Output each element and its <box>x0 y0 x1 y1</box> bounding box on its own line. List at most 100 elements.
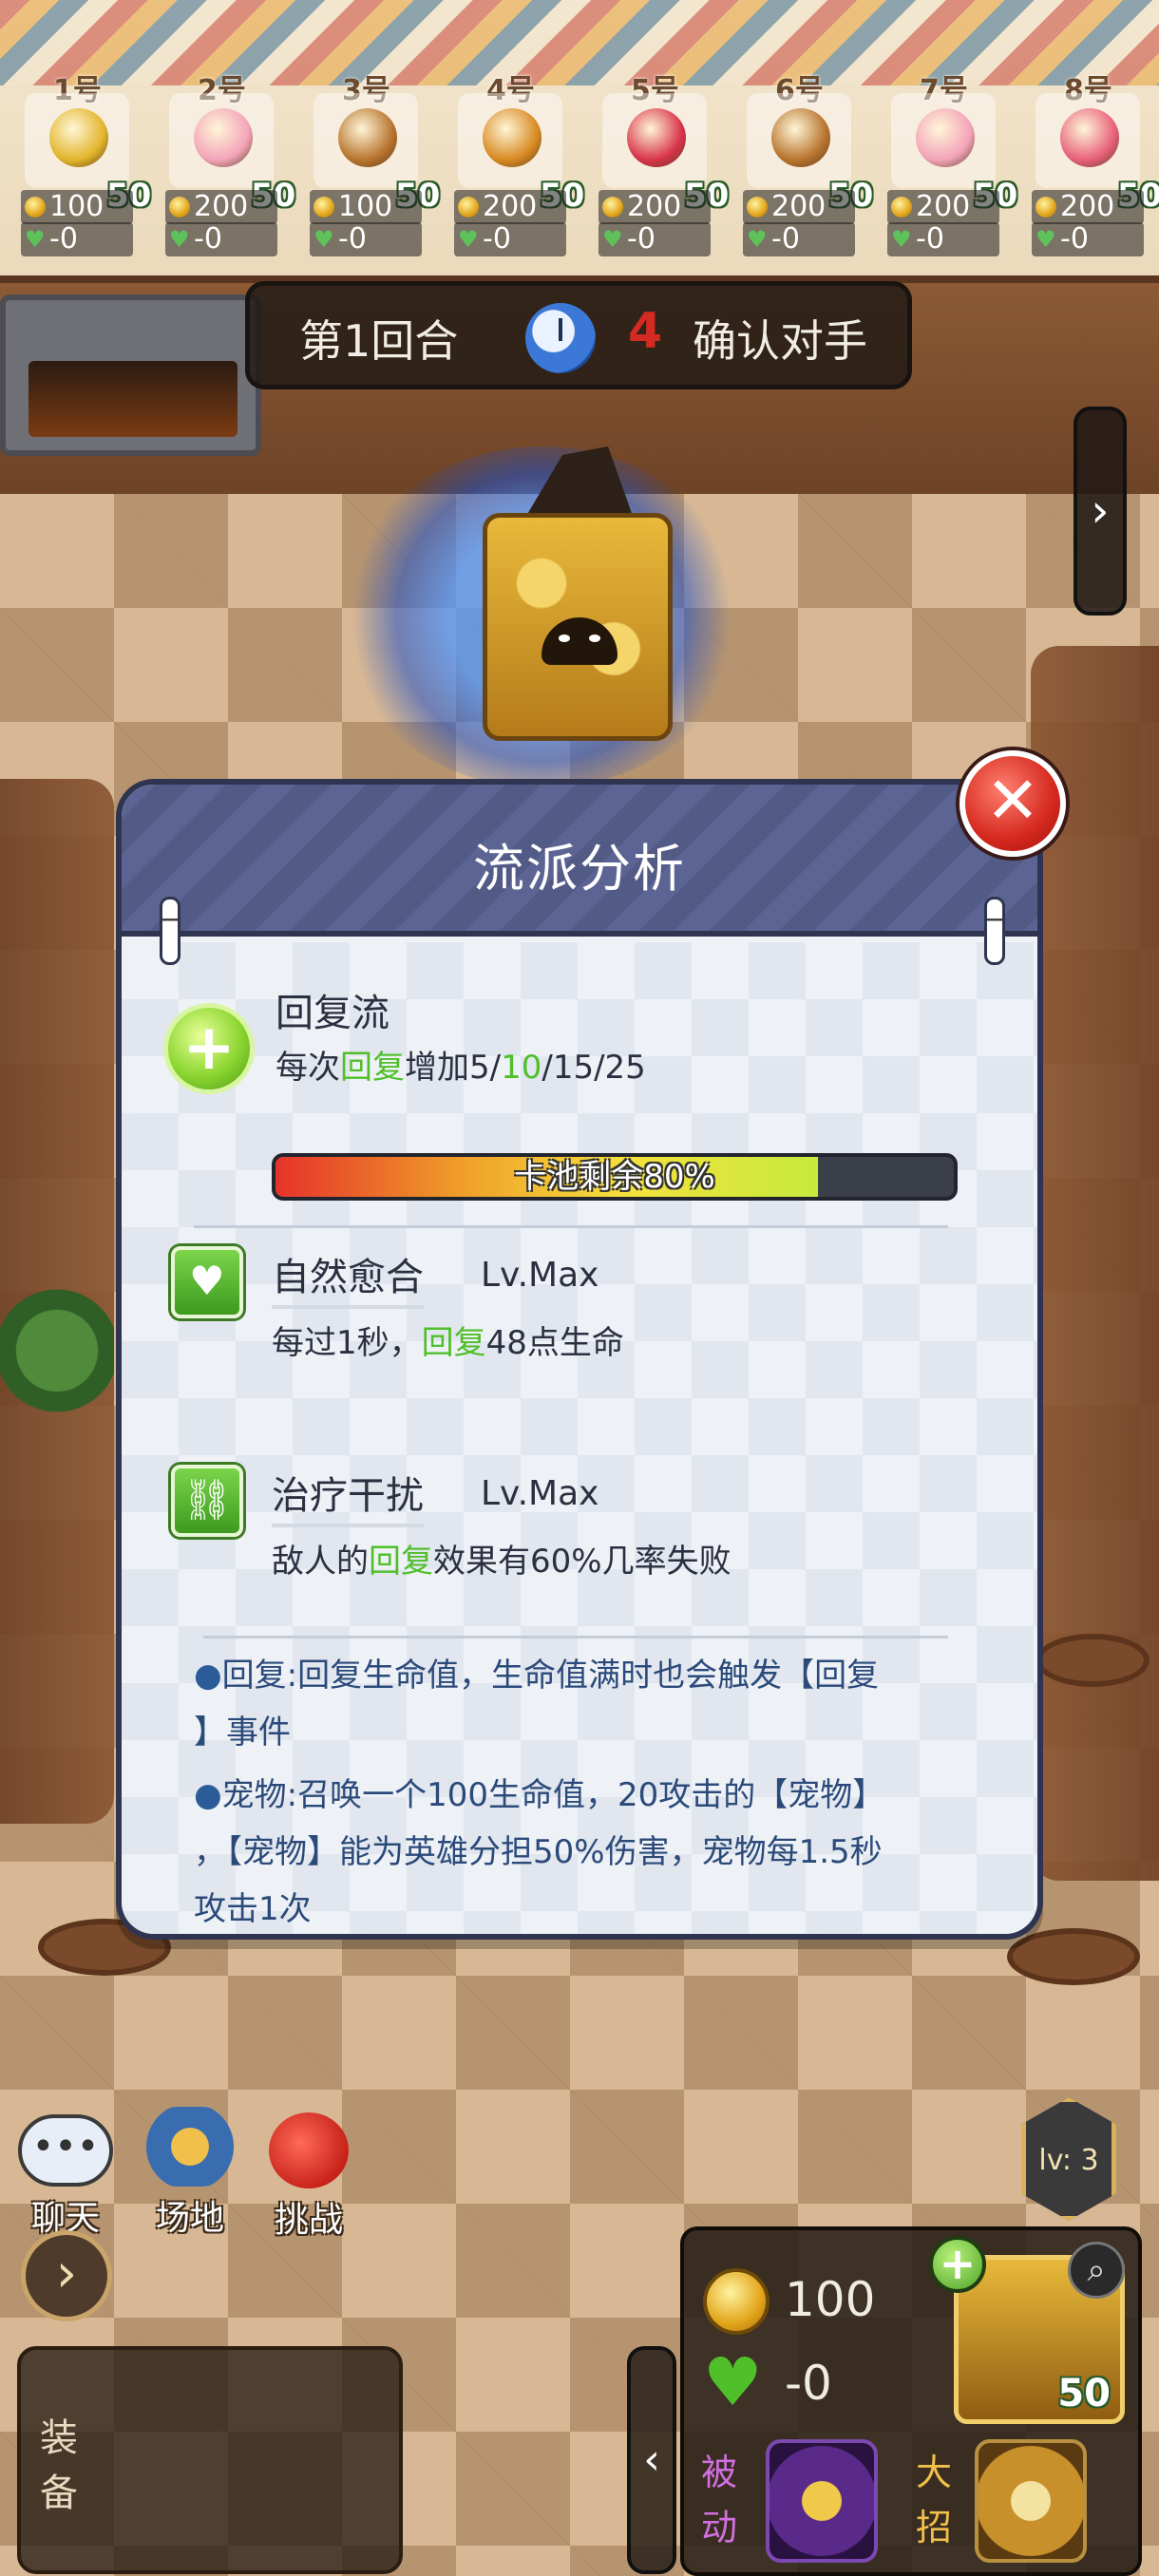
coin-icon <box>25 197 46 218</box>
food-avatar-icon <box>916 108 975 167</box>
food-avatar-icon <box>627 108 686 167</box>
heart-icon: ♥ <box>1036 226 1056 253</box>
broken-heart-icon: ♥ <box>703 2343 763 2421</box>
chevron-left-icon[interactable]: ‹ <box>627 2346 676 2574</box>
player-hp: ♥ -0 <box>1032 222 1144 256</box>
chat-button[interactable]: ••• 聊天 <box>13 2114 118 2240</box>
player-slot[interactable]: 8号50200♥-0 <box>1024 57 1159 266</box>
player-hp-value: -0 <box>483 222 511 256</box>
gold-value: 100 <box>785 2272 876 2327</box>
player-slot[interactable]: 5号50200♥-0 <box>591 57 733 266</box>
venue-button[interactable]: 场地 <box>133 2107 247 2240</box>
player-hp: ♥ -0 <box>454 222 566 256</box>
coin-icon <box>891 197 912 218</box>
heart-icon: ♥ <box>891 226 912 253</box>
player-slot[interactable]: 7号50200♥-0 <box>880 57 1022 266</box>
player-slot[interactable]: 6号50200♥-0 <box>735 57 878 266</box>
player-avatar: 50 <box>314 93 440 215</box>
confirm-opponent-label: 确认对手 <box>693 315 867 367</box>
player-gold: 200 <box>165 190 277 224</box>
player-gold: 100 <box>310 190 422 224</box>
player-gold: 200 <box>887 190 999 224</box>
challenge-button[interactable]: 挑战 <box>256 2112 361 2242</box>
add-button[interactable]: + <box>929 2236 986 2293</box>
coin-icon <box>747 197 768 218</box>
ultimate-label: 大招 <box>916 2452 953 2548</box>
coin-icon <box>169 197 190 218</box>
skill-level: Lv.Max <box>481 1256 599 1295</box>
boxing-glove-icon <box>269 2112 349 2188</box>
magnifier-icon[interactable]: ⌕ <box>1068 2242 1125 2299</box>
player-gold-value: 200 <box>483 190 538 223</box>
modal-header: 流派分析 <box>122 785 1037 937</box>
potted-plant <box>0 1282 114 1434</box>
build-description: 每次回复增加5/10/15/25 <box>276 1049 646 1087</box>
player-avatar: 50 <box>747 93 873 215</box>
player-avatar: 50 <box>169 93 295 215</box>
heart-icon: ♥ <box>458 226 479 253</box>
player-avatar: 50 <box>458 93 584 215</box>
passive-label: 被动 <box>701 2452 738 2548</box>
heart-plus-icon: ♥ <box>171 1246 243 1318</box>
challenge-label: 挑战 <box>274 2201 343 2240</box>
player-gold: 200 <box>454 190 566 224</box>
divider <box>194 1225 948 1228</box>
food-avatar-icon <box>1060 108 1119 167</box>
player-hp: ♥ -0 <box>21 222 133 256</box>
player-gold: 200 <box>1032 190 1144 224</box>
player-avatar: 50 <box>1036 93 1159 215</box>
glossary-note-pet: ●宠物:召唤一个100生命值，20攻击的【宠物】 ，【宠物】能为英雄分担50%伤… <box>194 1776 885 1928</box>
ultimate-skill-slot[interactable] <box>975 2439 1087 2563</box>
food-avatar-icon <box>49 108 108 167</box>
player-slot[interactable]: 4号50200♥-0 <box>446 57 589 266</box>
players-bar: 1号50100♥-02号50200♥-03号50100♥-04号50200♥-0… <box>0 57 1159 266</box>
skill-name: 自然愈合 <box>272 1246 424 1309</box>
venue-label: 场地 <box>155 2199 224 2238</box>
player-hp-value: -0 <box>338 222 367 256</box>
player-gold-value: 100 <box>49 190 104 223</box>
player-gold-value: 200 <box>1060 190 1115 223</box>
table <box>1007 1928 1140 1985</box>
table <box>1036 1634 1150 1687</box>
hp-loss-value: -0 <box>785 2356 832 2411</box>
hero-stats-panel: 100 ♥ -0 50 + ⌕ 被动 大招 <box>680 2226 1142 2576</box>
glossary-note-heal: ●回复:回复生命值，生命值满时也会触发【回复 】事件 <box>194 1657 880 1752</box>
coin-icon <box>703 2268 770 2335</box>
close-button[interactable]: ✕ <box>960 750 1066 857</box>
chat-bubble-icon: ••• <box>18 2114 113 2187</box>
hero-card-level: 50 <box>1057 2372 1111 2415</box>
card-pool-progress: 卡池剩余80% <box>272 1153 958 1201</box>
player-slot[interactable]: 3号50100♥-0 <box>302 57 445 266</box>
player-hp-value: -0 <box>1060 222 1089 256</box>
player-hp-value: -0 <box>627 222 656 256</box>
chevron-right-icon[interactable]: › <box>21 2230 112 2321</box>
player-gold: 100 <box>21 190 133 224</box>
player-slot[interactable]: 2号50200♥-0 <box>158 57 300 266</box>
chevron-right-icon[interactable]: › <box>1074 407 1127 616</box>
plus-icon: + <box>163 1003 255 1094</box>
skill-level: Lv.Max <box>481 1474 599 1513</box>
skill-description: 敌人的回复效果有60%几率失败 <box>272 1543 732 1581</box>
heart-icon: ♥ <box>314 226 334 253</box>
player-hp: ♥ -0 <box>887 222 999 256</box>
player-gold-value: 200 <box>627 190 682 223</box>
player-hp: ♥ -0 <box>165 222 277 256</box>
player-gold: 200 <box>598 190 711 224</box>
passive-skill-slot[interactable] <box>766 2439 878 2563</box>
round-label: 第1回合 <box>299 315 459 367</box>
player-hp-value: -0 <box>194 222 222 256</box>
equipment-panel[interactable]: 装备 <box>17 2346 403 2574</box>
skill-description: 每过1秒，回复48点生命 <box>272 1324 624 1362</box>
food-avatar-icon <box>338 108 397 167</box>
coin-icon <box>1036 197 1056 218</box>
heart-icon: ♥ <box>602 226 623 253</box>
player-slot[interactable]: 1号50100♥-0 <box>13 57 156 266</box>
heart-icon: ♥ <box>25 226 46 253</box>
player-hp: ♥ -0 <box>743 222 855 256</box>
player-gold-value: 100 <box>338 190 393 223</box>
food-avatar-icon <box>194 108 253 167</box>
pin-left <box>160 897 180 965</box>
player-hp-value: -0 <box>916 222 944 256</box>
player-hp: ♥ -0 <box>598 222 711 256</box>
venue-icon <box>142 2107 238 2187</box>
